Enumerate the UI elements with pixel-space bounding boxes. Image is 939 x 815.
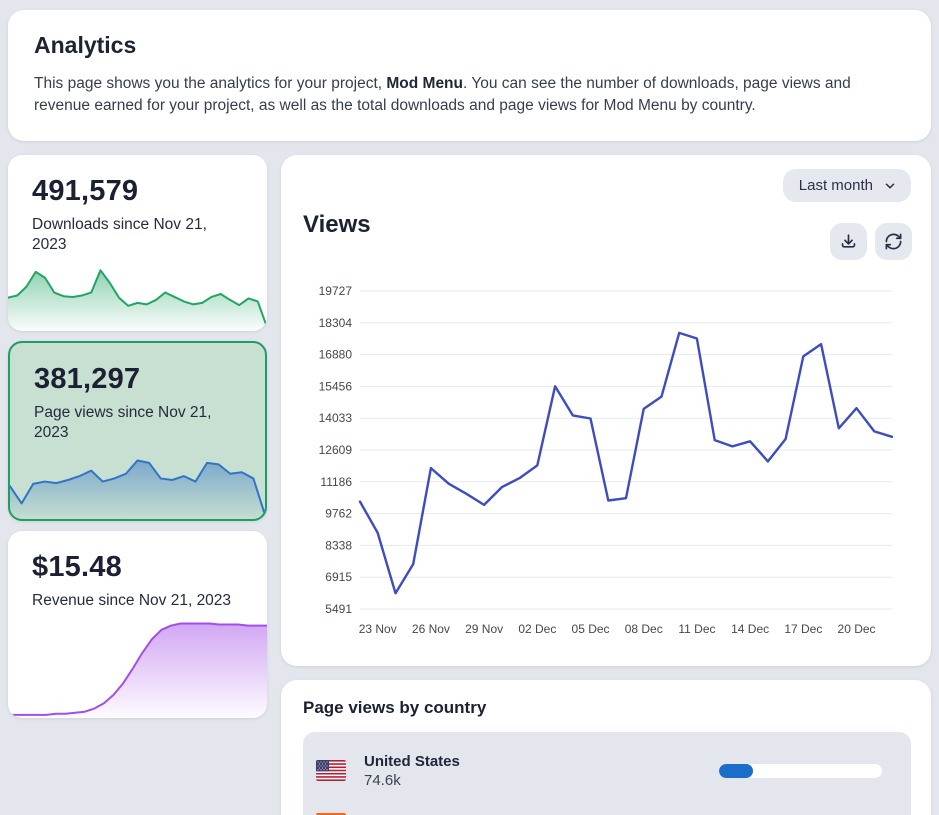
- stats-column: 491,579 Downloads since Nov 21, 2023 381…: [8, 155, 267, 718]
- svg-text:05 Dec: 05 Dec: [572, 622, 610, 636]
- analytics-page: Analytics This page shows you the analyt…: [0, 0, 939, 815]
- svg-text:9762: 9762: [325, 507, 352, 521]
- page-header-card: Analytics This page shows you the analyt…: [8, 10, 931, 141]
- svg-text:26 Nov: 26 Nov: [412, 622, 450, 636]
- revenue-label: Revenue since Nov 21, 2023: [32, 591, 237, 611]
- page-title: Analytics: [34, 32, 905, 59]
- svg-text:8338: 8338: [325, 538, 352, 552]
- country-bar-track: [719, 764, 882, 778]
- project-name: Mod Menu: [386, 75, 463, 92]
- refresh-icon: [884, 232, 903, 251]
- country-bar-fill: [719, 764, 753, 778]
- svg-text:29 Nov: 29 Nov: [465, 622, 503, 636]
- downloads-value: 491,579: [32, 175, 245, 208]
- refresh-chart-button[interactable]: [875, 223, 912, 260]
- chart-title: Views: [303, 211, 371, 239]
- country-list: United States 74.6k: [303, 732, 911, 815]
- country-name: United States: [364, 753, 460, 770]
- page-description: This page shows you the analytics for yo…: [34, 73, 905, 117]
- date-range-label: Last month: [799, 177, 873, 194]
- revenue-value: $15.48: [32, 551, 245, 584]
- svg-text:16880: 16880: [319, 348, 353, 362]
- main-column: Last month Views: [281, 155, 931, 815]
- svg-text:20 Dec: 20 Dec: [838, 622, 876, 636]
- date-range-dropdown[interactable]: Last month: [783, 169, 911, 202]
- country-views-card: Page views by country: [281, 680, 931, 815]
- svg-text:23 Nov: 23 Nov: [359, 622, 397, 636]
- us-flag-icon: [316, 760, 346, 781]
- svg-text:6915: 6915: [325, 570, 352, 584]
- svg-text:17 Dec: 17 Dec: [784, 622, 822, 636]
- download-icon: [839, 232, 858, 251]
- country-row-united-states: United States 74.6k: [316, 744, 901, 797]
- country-row-india: India: [316, 797, 901, 815]
- page-views-label: Page views since Nov 21, 2023: [34, 403, 239, 444]
- revenue-sparkline: [8, 613, 267, 718]
- views-chart-card: Last month Views: [281, 155, 931, 666]
- download-chart-button[interactable]: [830, 223, 867, 260]
- stat-card-page-views[interactable]: 381,297 Page views since Nov 21, 2023: [8, 341, 267, 521]
- page-views-sparkline: [10, 441, 265, 519]
- svg-text:5491: 5491: [325, 602, 352, 616]
- svg-text:19727: 19727: [319, 284, 353, 298]
- svg-text:11186: 11186: [320, 475, 352, 489]
- views-line-chart: 5491 6915 8338 9762 11186 12609 14033 15456 1688…: [281, 265, 925, 657]
- chevron-down-icon: [883, 179, 897, 193]
- page-views-value: 381,297: [34, 363, 243, 396]
- svg-text:18304: 18304: [319, 316, 353, 330]
- stat-card-revenue[interactable]: $15.48 Revenue since Nov 21, 2023: [8, 531, 267, 718]
- svg-text:15456: 15456: [319, 379, 353, 393]
- svg-text:12609: 12609: [319, 443, 353, 457]
- svg-text:14 Dec: 14 Dec: [731, 622, 769, 636]
- downloads-label: Downloads since Nov 21, 2023: [32, 215, 237, 256]
- country-value: 74.6k: [364, 772, 460, 789]
- svg-text:02 Dec: 02 Dec: [518, 622, 556, 636]
- svg-text:11 Dec: 11 Dec: [678, 622, 715, 636]
- svg-text:14033: 14033: [319, 411, 353, 425]
- country-card-title: Page views by country: [303, 698, 911, 718]
- stat-card-downloads[interactable]: 491,579 Downloads since Nov 21, 2023: [8, 155, 267, 331]
- svg-text:08 Dec: 08 Dec: [625, 622, 663, 636]
- downloads-sparkline: [8, 257, 267, 331]
